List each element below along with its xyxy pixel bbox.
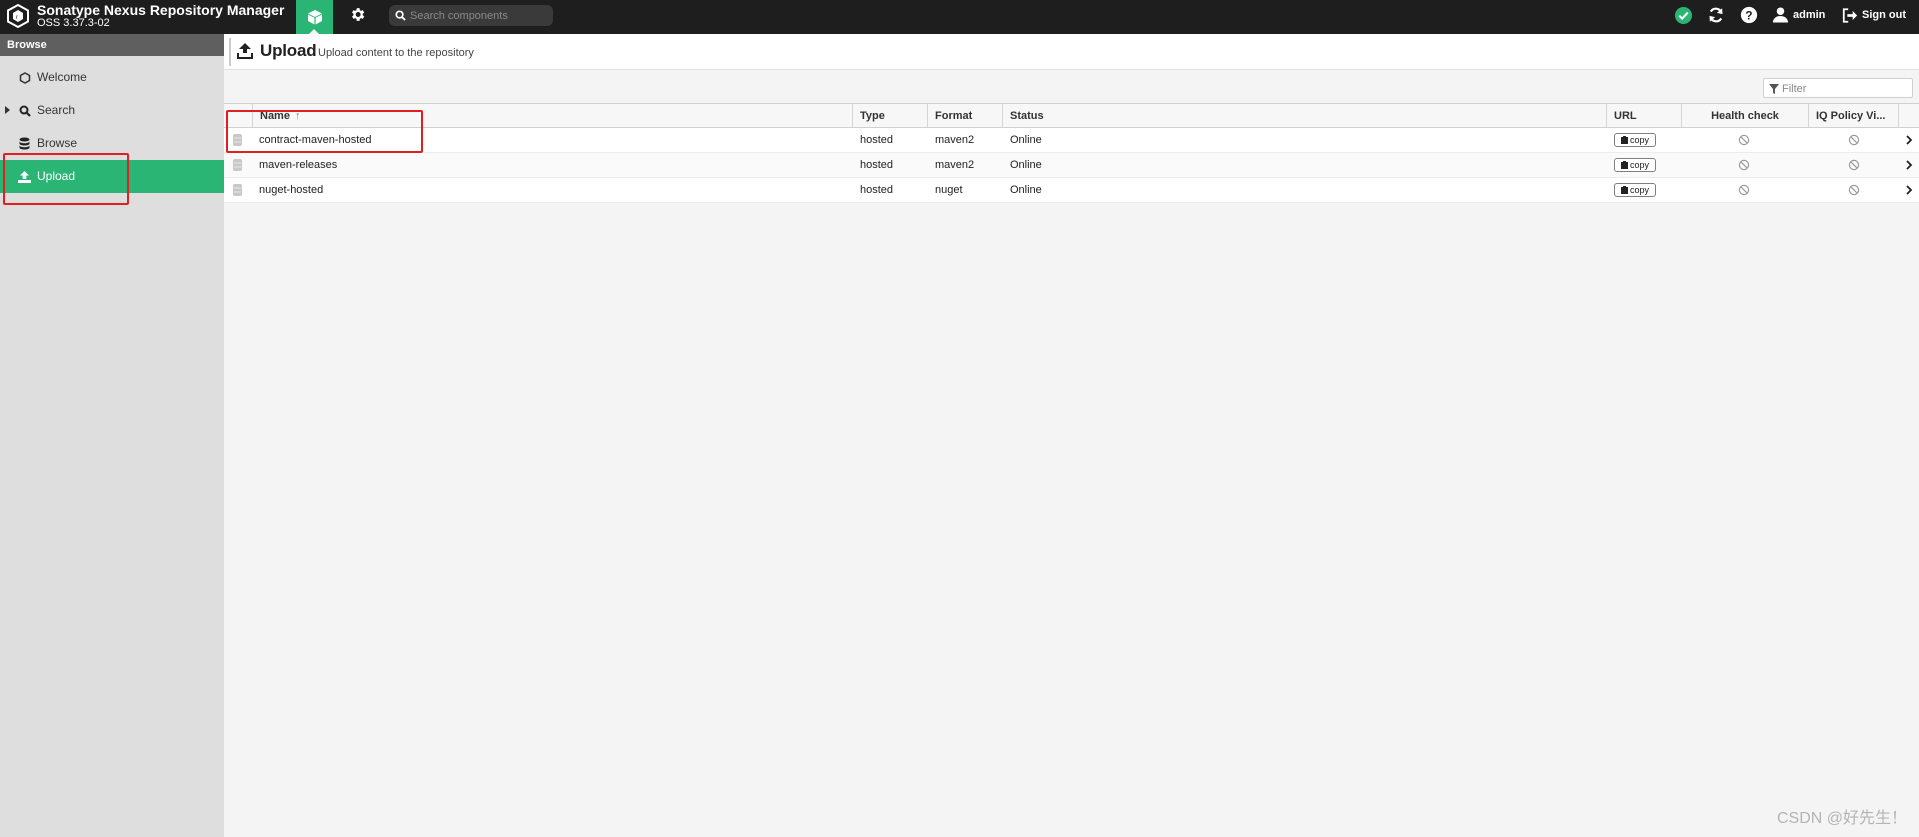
repository-db-icon (233, 184, 242, 196)
copy-url-button[interactable]: copy (1614, 183, 1656, 197)
table-row[interactable]: maven-releases hosted maven2 Online copy (224, 153, 1919, 178)
repository-type: hosted (860, 184, 894, 196)
cube-icon (307, 10, 322, 25)
sidebar-item-label: Search (37, 103, 76, 117)
sidebar-item-upload[interactable]: Upload (0, 160, 224, 193)
system-status-button[interactable] (1672, 4, 1694, 26)
iq-policy-disabled-icon[interactable] (1848, 134, 1860, 146)
column-header-status[interactable]: Status (1002, 104, 1607, 128)
database-icon (18, 137, 31, 150)
browse-mode-button[interactable] (296, 0, 333, 34)
sidebar-item-label: Upload (37, 169, 76, 183)
column-header-url[interactable]: URL (1606, 104, 1681, 128)
clipboard-icon (1620, 161, 1628, 169)
filter-icon (1769, 84, 1779, 94)
watermark: CSDN @好先生！ (1776, 810, 1907, 827)
clipboard-icon (1620, 186, 1628, 194)
check-circle-icon (1674, 6, 1692, 24)
page-title: Upload (260, 41, 317, 60)
sign-out-icon (1842, 7, 1858, 23)
health-check-disabled-icon[interactable] (1738, 159, 1750, 171)
column-header-format[interactable]: Format (927, 104, 1002, 128)
page-header: Upload Upload content to the repository (224, 34, 1919, 70)
user-name-label: admin (1793, 9, 1826, 21)
filter-box[interactable] (1763, 78, 1913, 98)
header-divider (229, 38, 231, 66)
repository-status: Online (1010, 134, 1042, 146)
column-header-label: Name (260, 110, 290, 122)
table-row[interactable]: nuget-hosted hosted nuget Online copy (224, 178, 1919, 203)
search-icon (18, 104, 31, 117)
copy-label: copy (1629, 160, 1649, 170)
help-button[interactable]: ? (1738, 4, 1760, 26)
column-header-iq-policy[interactable]: IQ Policy Vi... (1808, 104, 1898, 128)
filter-input[interactable] (1782, 81, 1910, 96)
column-header-health-check[interactable]: Health check (1681, 104, 1808, 128)
page-subtitle: Upload content to the repository (318, 47, 474, 59)
repository-name[interactable]: nuget-hosted (259, 184, 323, 196)
table-row[interactable]: contract-maven-hosted hosted maven2 Onli… (224, 128, 1919, 153)
chevron-right-icon[interactable] (1905, 184, 1913, 196)
sort-ascending-icon: ↑ (295, 110, 301, 122)
iq-policy-disabled-icon[interactable] (1848, 159, 1860, 171)
app-version: OSS 3.37.3-02 (37, 17, 110, 29)
column-header-actions (1898, 104, 1919, 128)
repository-format: maven2 (935, 134, 975, 146)
repository-status: Online (1010, 159, 1042, 171)
help-icon: ? (1740, 6, 1758, 24)
app-title: Sonatype Nexus Repository Manager (37, 2, 285, 18)
top-header: r Sonatype Nexus Repository Manager OSS … (0, 0, 1919, 34)
chevron-right-icon[interactable] (1905, 159, 1913, 171)
search-icon (395, 10, 406, 21)
sign-out-button[interactable]: Sign out (1842, 4, 1906, 26)
copy-url-button[interactable]: copy (1614, 158, 1656, 172)
copy-label: copy (1629, 185, 1649, 195)
user-icon (1772, 7, 1789, 23)
chevron-right-icon[interactable] (1905, 134, 1913, 146)
sidebar-item-search[interactable]: Search (0, 94, 224, 127)
health-check-disabled-icon[interactable] (1738, 134, 1750, 146)
sidebar-item-welcome[interactable]: Welcome (0, 61, 224, 94)
svg-text:r: r (16, 15, 18, 21)
sign-out-label: Sign out (1862, 9, 1906, 21)
upload-icon (18, 170, 31, 183)
repository-type: hosted (860, 159, 894, 171)
sidebar: Browse Welcome Search Browse Upload (0, 34, 224, 837)
repository-db-icon (233, 134, 242, 146)
repository-db-icon (233, 159, 242, 171)
table-header: Name ↑ Type Format Status URL Health che… (224, 103, 1919, 128)
copy-url-button[interactable]: copy (1614, 133, 1656, 147)
expand-arrow-icon[interactable] (5, 106, 10, 114)
sidebar-item-label: Welcome (37, 70, 87, 84)
main-content: Upload Upload content to the repository … (224, 34, 1919, 837)
repository-format: maven2 (935, 159, 975, 171)
health-check-disabled-icon[interactable] (1738, 184, 1750, 196)
repository-name[interactable]: maven-releases (259, 159, 337, 171)
administration-mode-button[interactable] (345, 0, 369, 28)
upload-icon (237, 43, 253, 59)
iq-policy-disabled-icon[interactable] (1848, 184, 1860, 196)
hexagon-icon (18, 71, 31, 84)
refresh-button[interactable] (1705, 4, 1727, 26)
column-header-type[interactable]: Type (852, 104, 927, 128)
search-components-input[interactable] (410, 7, 548, 24)
user-account-button[interactable]: admin (1772, 4, 1825, 26)
copy-label: copy (1629, 135, 1649, 145)
product-logo-icon[interactable]: r (7, 4, 29, 28)
column-header-name[interactable]: Name ↑ (252, 104, 856, 128)
repository-status: Online (1010, 184, 1042, 196)
gear-icon (351, 7, 364, 21)
repository-name[interactable]: contract-maven-hosted (259, 134, 372, 146)
clipboard-icon (1620, 136, 1628, 144)
svg-text:?: ? (1745, 10, 1752, 23)
repository-table: Name ↑ Type Format Status URL Health che… (224, 103, 1919, 203)
repository-type: hosted (860, 134, 894, 146)
search-components-box[interactable] (389, 5, 553, 26)
refresh-icon (1709, 7, 1723, 23)
sidebar-item-browse[interactable]: Browse (0, 127, 224, 160)
repository-format: nuget (935, 184, 963, 196)
sidebar-section-title: Browse (0, 34, 224, 56)
sidebar-item-label: Browse (37, 136, 78, 150)
